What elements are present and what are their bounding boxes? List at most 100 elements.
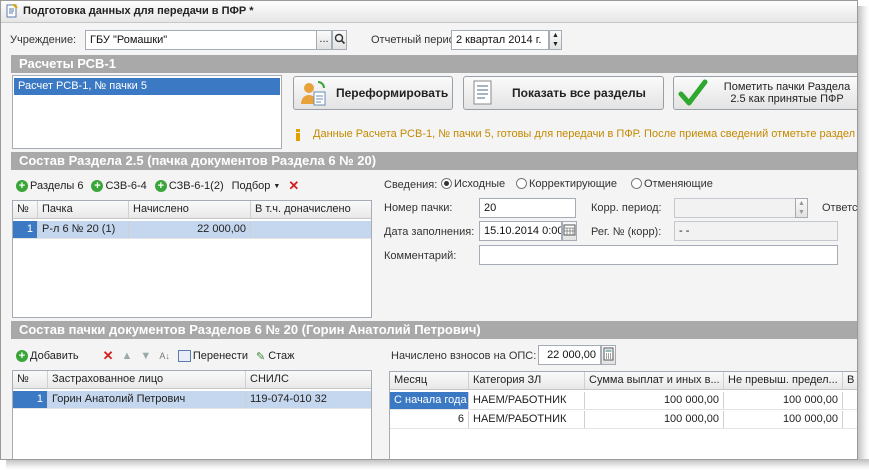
column-header-charged[interactable]: Начислено xyxy=(129,201,251,218)
months-grid-header: Месяц Категория ЗЛ Сумма выплат и иных в… xyxy=(390,372,857,390)
row-month: 6 xyxy=(390,411,469,428)
radio-corrective[interactable]: Корректирующие xyxy=(516,178,617,190)
table-row[interactable]: 6 НАЕМ/РАБОТНИК 100 000,00 100 000,00 xyxy=(390,411,857,429)
period-spinner[interactable]: ▲ ▼ xyxy=(549,30,562,50)
search-icon[interactable] xyxy=(332,30,347,50)
delete-icon[interactable]: ✕ xyxy=(103,348,114,364)
main-window: Подготовка данных для передачи в ПФР * У… xyxy=(0,0,858,460)
move-button-label: Перенести xyxy=(192,350,248,362)
months-grid[interactable]: Месяц Категория ЗЛ Сумма выплат и иных в… xyxy=(389,371,857,459)
add-button[interactable]: + Добавить xyxy=(16,350,79,362)
mark-accepted-button[interactable]: Пометить пачки Раздела 2.5 как принятые … xyxy=(673,76,857,110)
rsv-section-header: Расчеты РСВ-1 xyxy=(11,55,857,73)
podbor-label: Подбор xyxy=(231,180,271,192)
calendar-icon[interactable] xyxy=(562,221,577,241)
column-header-category[interactable]: Категория ЗЛ xyxy=(469,372,585,389)
reg-corr-field[interactable]: - - xyxy=(674,221,838,241)
institution-field[interactable]: ГБУ "Ромашки" xyxy=(85,30,317,50)
move-up-icon[interactable]: ▲ xyxy=(122,350,133,362)
delete-icon[interactable]: ✕ xyxy=(288,178,299,194)
radio-icon xyxy=(516,178,527,189)
row-category: НАЕМ/РАБОТНИК xyxy=(469,411,585,428)
column-header-month[interactable]: Месяц xyxy=(390,372,469,389)
table-row[interactable]: 1 Р-л 6 № 20 (1) 22 000,00 xyxy=(13,221,371,239)
comment-field[interactable] xyxy=(479,245,838,265)
column-header-person[interactable]: Застрахованное лицо xyxy=(48,371,246,388)
document-list-icon xyxy=(472,80,494,106)
info-message: Данные Расчета РСВ-1, № пачки 5, готовы … xyxy=(313,128,856,140)
people-refresh-icon xyxy=(300,80,326,106)
table-row[interactable]: С начала года НАЕМ/РАБОТНИК 100 000,00 1… xyxy=(390,392,857,410)
section25-grid-header: № Пачка Начислено В т.ч. доначислено xyxy=(13,201,371,219)
stazh-button[interactable]: ✎ Стаж xyxy=(256,350,295,363)
column-header-extra[interactable]: В т.ч. доначислено xyxy=(251,201,371,218)
row-pack: Р-л 6 № 20 (1) xyxy=(38,221,129,238)
pack-number-label: Номер пачки: xyxy=(384,202,453,214)
add-szv64-button[interactable]: + СЗВ-6-4 xyxy=(91,180,147,192)
radio-icon xyxy=(631,178,642,189)
pack-number-field[interactable]: 20 xyxy=(479,198,576,218)
column-header-pack[interactable]: Пачка xyxy=(38,201,129,218)
insured-grid[interactable]: № Застрахованное лицо СНИЛС 1 Горин Анат… xyxy=(12,370,372,459)
row-num: 1 xyxy=(13,391,48,408)
row-num: 1 xyxy=(13,221,38,238)
corr-period-label: Корр. период: xyxy=(591,202,662,214)
corr-period-field[interactable] xyxy=(674,198,796,218)
title-bar: Подготовка данных для передачи в ПФР * xyxy=(1,1,857,23)
podbor-button[interactable]: Подбор ▼ xyxy=(232,180,281,192)
mark-accepted-label: Пометить пачки Раздела 2.5 как принятые … xyxy=(723,81,851,105)
column-header-num[interactable]: № xyxy=(13,201,38,218)
sort-icon[interactable]: A↓ xyxy=(159,351,170,361)
radio-corrective-label: Корректирующие xyxy=(529,178,618,190)
add-razdely6-label: Разделы 6 xyxy=(30,180,84,192)
window-title: Подготовка данных для передачи в ПФР * xyxy=(23,5,254,17)
add-szv61-button[interactable]: + СЗВ-6-1(2) xyxy=(154,180,224,192)
document-icon xyxy=(6,3,18,18)
plus-icon: + xyxy=(154,180,167,192)
window-shadow-right xyxy=(857,6,869,470)
table-row[interactable]: 1 Горин Анатолий Петрович 119-074-010 32 xyxy=(13,391,371,409)
section25-grid[interactable]: № Пачка Начислено В т.ч. доначислено 1 Р… xyxy=(12,200,372,318)
rsv-list-item[interactable]: Расчет РСВ-1, № пачки 5 xyxy=(14,78,280,95)
rsv-list[interactable]: Расчет РСВ-1, № пачки 5 xyxy=(12,75,282,149)
plus-icon: + xyxy=(16,350,28,362)
reform-button[interactable]: Переформировать xyxy=(293,76,453,110)
institution-select-button[interactable]: ... xyxy=(316,30,332,50)
column-header-snils[interactable]: СНИЛС xyxy=(246,371,371,388)
row-limit: 100 000,00 xyxy=(724,411,843,428)
row-person: Горин Анатолий Петрович xyxy=(48,391,246,408)
row-extra xyxy=(251,221,371,238)
period-field[interactable]: 2 квартал 2014 г. xyxy=(451,30,549,50)
reform-button-label: Переформировать xyxy=(336,86,449,100)
add-razdely6-button[interactable]: + Разделы 6 xyxy=(16,180,83,192)
row-charged: 22 000,00 xyxy=(129,221,251,238)
row-month: С начала года xyxy=(390,392,469,409)
column-header-num[interactable]: № xyxy=(13,371,48,388)
svedeniya-label: Сведения: xyxy=(384,179,438,191)
row-sum: 100 000,00 xyxy=(585,392,724,409)
fill-date-field[interactable]: 15.10.2014 0:00 xyxy=(479,221,562,241)
move-down-icon[interactable]: ▼ xyxy=(140,350,151,362)
radio-initial-label: Исходные xyxy=(454,178,506,190)
corr-period-spinner[interactable]: ▲ ▼ xyxy=(795,198,808,218)
show-all-sections-label: Показать все разделы xyxy=(512,86,646,100)
radio-initial[interactable]: Исходные xyxy=(441,178,505,190)
checkmark-icon xyxy=(678,78,708,108)
reg-corr-label: Рег. № (корр): xyxy=(591,226,662,238)
add-szv61-label: СЗВ-6-1(2) xyxy=(168,180,224,192)
column-header-limit[interactable]: Не превыш. предел... xyxy=(724,372,843,389)
window-shadow-bottom xyxy=(6,459,869,470)
move-button[interactable]: Перенести xyxy=(177,350,248,362)
add-button-label: Добавить xyxy=(30,350,79,362)
institution-label: Учреждение: xyxy=(10,34,77,46)
show-all-sections-button[interactable]: Показать все разделы xyxy=(463,76,664,110)
column-header-extra[interactable]: В д xyxy=(843,372,857,389)
ops-label: Начислено взносов на ОПС: xyxy=(391,350,537,362)
radio-cancelling-label: Отменяющие xyxy=(644,178,713,190)
section25-toolbar: + Разделы 6 + СЗВ-6-4 + СЗВ-6-1(2) Подбор ▼ … xyxy=(16,176,305,196)
comment-label: Комментарий: xyxy=(384,250,457,262)
calculator-icon[interactable] xyxy=(601,345,616,365)
radio-cancelling[interactable]: Отменяющие xyxy=(631,178,713,190)
ops-field[interactable]: 22 000,00 xyxy=(538,345,601,365)
column-header-sum[interactable]: Сумма выплат и иных в... xyxy=(585,372,724,389)
